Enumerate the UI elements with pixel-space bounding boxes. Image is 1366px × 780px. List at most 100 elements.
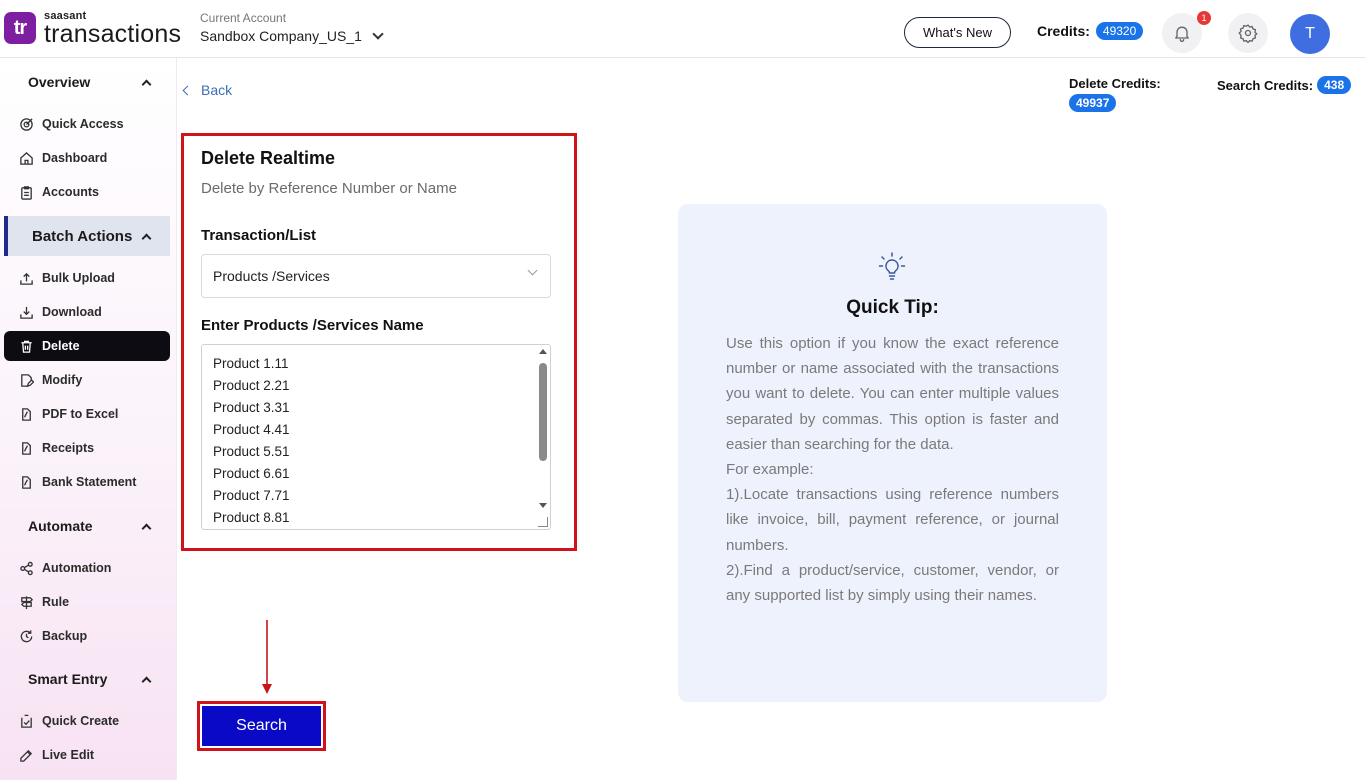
sidebar-item-live-edit[interactable]: Live Edit: [4, 740, 170, 770]
backup-icon: [18, 628, 34, 644]
panel-title: Delete Realtime: [201, 148, 336, 168]
search-button-highlight: Search: [197, 701, 326, 751]
scroll-down-arrow-icon[interactable]: [539, 503, 547, 508]
sidebar-item-label: Accounts: [42, 185, 99, 199]
user-avatar[interactable]: T: [1290, 14, 1330, 54]
sidebar-item-label: Live Edit: [42, 748, 95, 762]
sidebar-item-accounts[interactable]: Accounts: [4, 177, 170, 207]
sidebar-item-delete[interactable]: Delete: [4, 331, 170, 361]
transaction-list-select[interactable]: Products /Services: [201, 254, 551, 298]
credits-badge: 49320: [1095, 22, 1144, 40]
sidebar-item-label: Backup: [42, 629, 88, 643]
textarea-line: Product 3.31: [213, 400, 290, 415]
textarea-line: Product 2.21: [213, 378, 290, 393]
quick-tip-title: Quick Tip:: [846, 297, 939, 318]
top-header: tr saasant transactions Current Account …: [0, 0, 1366, 58]
notification-count-badge: 1: [1197, 11, 1211, 25]
select-value: Products /Services: [213, 268, 330, 284]
receipt-icon: [18, 440, 34, 456]
back-label: Back: [201, 82, 233, 98]
notifications-button[interactable]: [1162, 13, 1202, 53]
sidebar-item-dashboard[interactable]: Dashboard: [4, 143, 170, 173]
chevron-left-icon: [182, 85, 193, 95]
tip-example-2: 2).Find a product/service, customer, ven…: [726, 561, 1059, 605]
sidebar-item-download[interactable]: Download: [4, 297, 170, 327]
search-credits-label: Search Credits:: [1217, 77, 1314, 93]
scrollbar-thumb[interactable]: [539, 363, 547, 461]
upload-icon: [18, 270, 34, 286]
delete-realtime-panel: Delete Realtime Delete by Reference Numb…: [181, 133, 577, 551]
download-icon: [18, 304, 34, 320]
logo-product-name: transactions: [44, 20, 182, 48]
sidebar-item-label: Rule: [42, 595, 70, 609]
sidebar-item-bank-statement[interactable]: Bank Statement: [4, 467, 170, 497]
current-account-label: Current Account: [200, 11, 287, 25]
tip-example-1: 1).Locate transactions using reference n…: [726, 486, 1059, 554]
sidebar-item-label: Automation: [42, 561, 112, 575]
sidebar-item-modify[interactable]: Modify: [4, 365, 170, 395]
sidebar-item-rule[interactable]: Rule: [4, 587, 170, 617]
sidebar-item-quick-create[interactable]: Quick Create: [4, 706, 170, 736]
sidebar-item-label: Bank Statement: [42, 475, 137, 489]
logo-mark: tr: [4, 12, 36, 44]
textarea-line: Product 1.11: [213, 356, 289, 371]
sidebar-item-label: Bulk Upload: [42, 271, 115, 285]
section-title: Overview: [28, 74, 91, 90]
textarea-line: Product 8.81: [213, 510, 290, 525]
names-textarea[interactable]: Product 1.11 Product 2.21 Product 3.31 P…: [201, 344, 551, 530]
sidebar-item-label: Download: [42, 305, 102, 319]
target-icon: [18, 116, 34, 132]
search-credits-badge: 438: [1317, 76, 1352, 94]
chevron-up-icon: [141, 233, 152, 243]
sidebar-item-pdf-to-excel[interactable]: PDF to Excel: [4, 399, 170, 429]
trash-icon: [18, 338, 34, 354]
sidebar-section-batch-actions[interactable]: Batch Actions: [4, 216, 170, 256]
whats-new-button[interactable]: What's New: [904, 17, 1011, 48]
sidebar-section-automate[interactable]: Automate: [0, 508, 170, 544]
account-name: Sandbox Company_US_1: [200, 28, 362, 44]
search-button[interactable]: Search: [202, 706, 321, 746]
sidebar-item-label: PDF to Excel: [42, 407, 119, 421]
account-selector[interactable]: Sandbox Company_US_1: [200, 28, 384, 44]
sidebar-item-bulk-upload[interactable]: Bulk Upload: [4, 263, 170, 293]
sidebar-item-label: Quick Create: [42, 714, 120, 728]
chevron-up-icon: [141, 79, 152, 89]
chevron-up-icon: [141, 676, 152, 686]
textarea-scrollbar[interactable]: [536, 345, 550, 529]
bank-statement-icon: [18, 474, 34, 490]
back-link[interactable]: Back: [182, 82, 233, 98]
chevron-down-icon: [372, 28, 384, 40]
share-nodes-icon: [18, 560, 34, 576]
pencil-icon: [18, 747, 34, 763]
tip-paragraph: Use this option if you know the exact re…: [726, 335, 1059, 453]
sidebar-section-smart-entry[interactable]: Smart Entry: [0, 661, 170, 697]
sidebar-item-quick-access[interactable]: Quick Access: [4, 109, 170, 139]
sidebar-item-label: Delete: [42, 339, 80, 353]
edit-file-icon: [18, 372, 34, 388]
transaction-list-label: Transaction/List: [201, 227, 317, 244]
textarea-line: Product 7.71: [213, 488, 290, 503]
sidebar-item-label: Receipts: [42, 441, 95, 455]
annotation-arrow-icon: [262, 620, 272, 694]
sidebar-item-automation[interactable]: Automation: [4, 553, 170, 583]
sidebar-item-backup[interactable]: Backup: [4, 621, 170, 651]
sidebar-item-receipts[interactable]: Receipts: [4, 433, 170, 463]
sidebar-item-label: Dashboard: [42, 151, 108, 165]
textarea-line: Product 5.51: [213, 444, 290, 459]
search-credits: Search Credits: 438: [1217, 76, 1352, 94]
scroll-up-arrow-icon[interactable]: [539, 349, 547, 354]
resize-handle-icon[interactable]: [538, 517, 548, 527]
settings-button[interactable]: [1228, 13, 1268, 53]
lightbulb-icon: [878, 252, 906, 280]
pdf-file-icon: [18, 406, 34, 422]
sidebar-section-overview[interactable]: Overview: [0, 64, 170, 100]
quick-tip-card: Quick Tip: Use this option if you know t…: [678, 204, 1107, 702]
sidebar-item-label: Modify: [42, 373, 83, 387]
credits-display: Credits: 49320: [1037, 22, 1144, 40]
textarea-line: Product 6.61: [213, 466, 290, 481]
chevron-up-icon: [141, 523, 152, 533]
bell-icon: [1175, 26, 1189, 42]
delete-credits-badge: 49937: [1069, 94, 1117, 112]
panel-subtitle: Delete by Reference Number or Name: [201, 180, 457, 197]
delete-credits: Delete Credits: 49937: [1069, 76, 1161, 112]
